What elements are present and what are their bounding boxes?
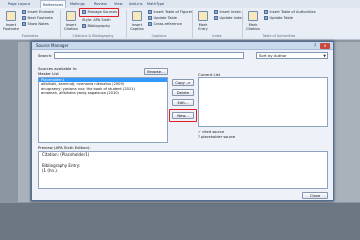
manage-sources-highlight bbox=[79, 8, 119, 17]
show-notes-icon bbox=[22, 22, 26, 26]
show-notes-button[interactable]: Show Notes bbox=[22, 22, 49, 27]
tab-review[interactable]: Review bbox=[92, 0, 109, 8]
insert-caption-button[interactable]: Insert Caption bbox=[128, 11, 146, 35]
tab-mathtype[interactable]: MathType bbox=[145, 0, 166, 8]
edit-button[interactable]: Edit... bbox=[172, 99, 194, 106]
group-label-index: Index bbox=[212, 34, 222, 38]
update-table-icon bbox=[148, 16, 152, 20]
insert-index-icon bbox=[214, 10, 218, 14]
cross-reference-icon bbox=[148, 22, 152, 26]
group-label-footnotes: Footnotes bbox=[21, 34, 39, 38]
insert-table-of-figures-button[interactable]: Insert Table of Figures bbox=[148, 10, 193, 15]
tab-references[interactable]: References bbox=[40, 0, 66, 8]
mark-citation-button[interactable]: Mark Citation bbox=[244, 11, 262, 35]
style-dropdown[interactable]: Style: APA Sixth bbox=[82, 18, 111, 23]
check-icon: ✓ bbox=[198, 130, 202, 134]
insert-index-button[interactable]: Insert Index bbox=[214, 10, 241, 15]
delete-button[interactable]: Delete bbox=[172, 89, 194, 96]
ribbon: Page Layout References Mailings Review V… bbox=[0, 0, 360, 40]
next-footnote-button[interactable]: Next Footnote bbox=[22, 16, 53, 21]
update-table-button[interactable]: Update Table bbox=[148, 16, 177, 21]
cross-reference-button[interactable]: Cross-reference bbox=[148, 22, 182, 27]
update-index-icon bbox=[214, 16, 218, 20]
dialog-titlebar[interactable]: Source Manager ? x bbox=[32, 42, 333, 50]
update-authorities-button[interactable]: Update Table bbox=[264, 16, 293, 21]
dialog-title: Source Manager bbox=[36, 43, 69, 48]
legend-placeholder-source: ? placeholder source bbox=[198, 135, 236, 139]
master-list: Placeholder1 alfaihaki, samirudj; rusman… bbox=[38, 77, 168, 143]
bibliography-icon bbox=[82, 24, 86, 28]
bibliography-button[interactable]: Bibliography bbox=[82, 24, 110, 29]
chevron-down-icon: ▼ bbox=[323, 54, 326, 58]
insert-footnote-button[interactable]: Insert Footnote bbox=[2, 11, 20, 35]
group-label-citations: Citations & Bibliography bbox=[72, 34, 114, 38]
table-of-figures-icon bbox=[148, 10, 152, 14]
tab-view[interactable]: View bbox=[112, 0, 125, 8]
document-margin-right bbox=[333, 42, 360, 202]
insert-endnote-button[interactable]: Insert Endnote bbox=[22, 10, 54, 15]
sort-value: Sort by Author bbox=[259, 53, 287, 58]
insert-table-of-authorities-button[interactable]: Insert Table of Authorities bbox=[264, 10, 316, 15]
mark-citation-icon bbox=[248, 11, 258, 21]
question-mark-icon: ? bbox=[198, 135, 200, 139]
table-of-authorities-icon bbox=[264, 10, 268, 14]
tab-mailings[interactable]: Mailings bbox=[68, 0, 87, 8]
tab-add-ins[interactable]: Add-Ins bbox=[127, 0, 144, 8]
ribbon-divider bbox=[192, 10, 193, 38]
search-label: Search: bbox=[38, 53, 53, 58]
close-button[interactable]: Close bbox=[302, 192, 328, 199]
update-authorities-icon bbox=[264, 16, 268, 20]
help-icon[interactable]: ? bbox=[312, 43, 318, 49]
group-label-table-of-authorities: Table of Authorities bbox=[262, 34, 296, 38]
mark-entry-button[interactable]: Mark Entry bbox=[194, 11, 212, 35]
endnote-icon bbox=[22, 10, 26, 14]
citation-icon bbox=[66, 11, 76, 21]
mark-entry-icon bbox=[198, 11, 208, 21]
sort-dropdown[interactable]: Sort by Author ▼ bbox=[256, 52, 328, 59]
next-footnote-icon bbox=[22, 16, 26, 20]
tab-page-layout[interactable]: Page Layout bbox=[6, 0, 32, 8]
browse-button[interactable]: Browse... bbox=[144, 68, 168, 75]
copy-button[interactable]: Copy -> bbox=[172, 79, 194, 86]
ribbon-divider bbox=[60, 10, 61, 38]
preview-bibliography-entry: (1 (hn.). bbox=[42, 168, 59, 174]
search-input[interactable] bbox=[54, 52, 244, 59]
master-list-label: Master List bbox=[38, 71, 59, 76]
preview-label: Preview (APA Sixth Edition): bbox=[38, 145, 91, 150]
group-label-captions: Captions bbox=[151, 34, 167, 38]
close-icon[interactable]: x bbox=[320, 43, 330, 49]
list-item[interactable]: amamah, alfaihaka yanig sagalanza (2010) bbox=[39, 91, 167, 95]
footnote-icon bbox=[6, 11, 16, 21]
current-list bbox=[198, 77, 328, 127]
new-button-highlight bbox=[169, 109, 197, 122]
ribbon-tabs: Page Layout References Mailings Review V… bbox=[0, 0, 360, 8]
update-index-button[interactable]: Update Index bbox=[214, 16, 244, 21]
caption-icon bbox=[132, 11, 142, 21]
ribbon-divider bbox=[126, 10, 127, 38]
source-manager-dialog: Source Manager ? x Search: Sort by Autho… bbox=[31, 41, 334, 201]
preview-box: Citation: (Placeholder1) Bibliography En… bbox=[38, 151, 328, 189]
ribbon-divider bbox=[242, 10, 243, 38]
document-margin-left bbox=[18, 42, 30, 202]
insert-citation-button[interactable]: Insert Citation bbox=[62, 11, 80, 35]
